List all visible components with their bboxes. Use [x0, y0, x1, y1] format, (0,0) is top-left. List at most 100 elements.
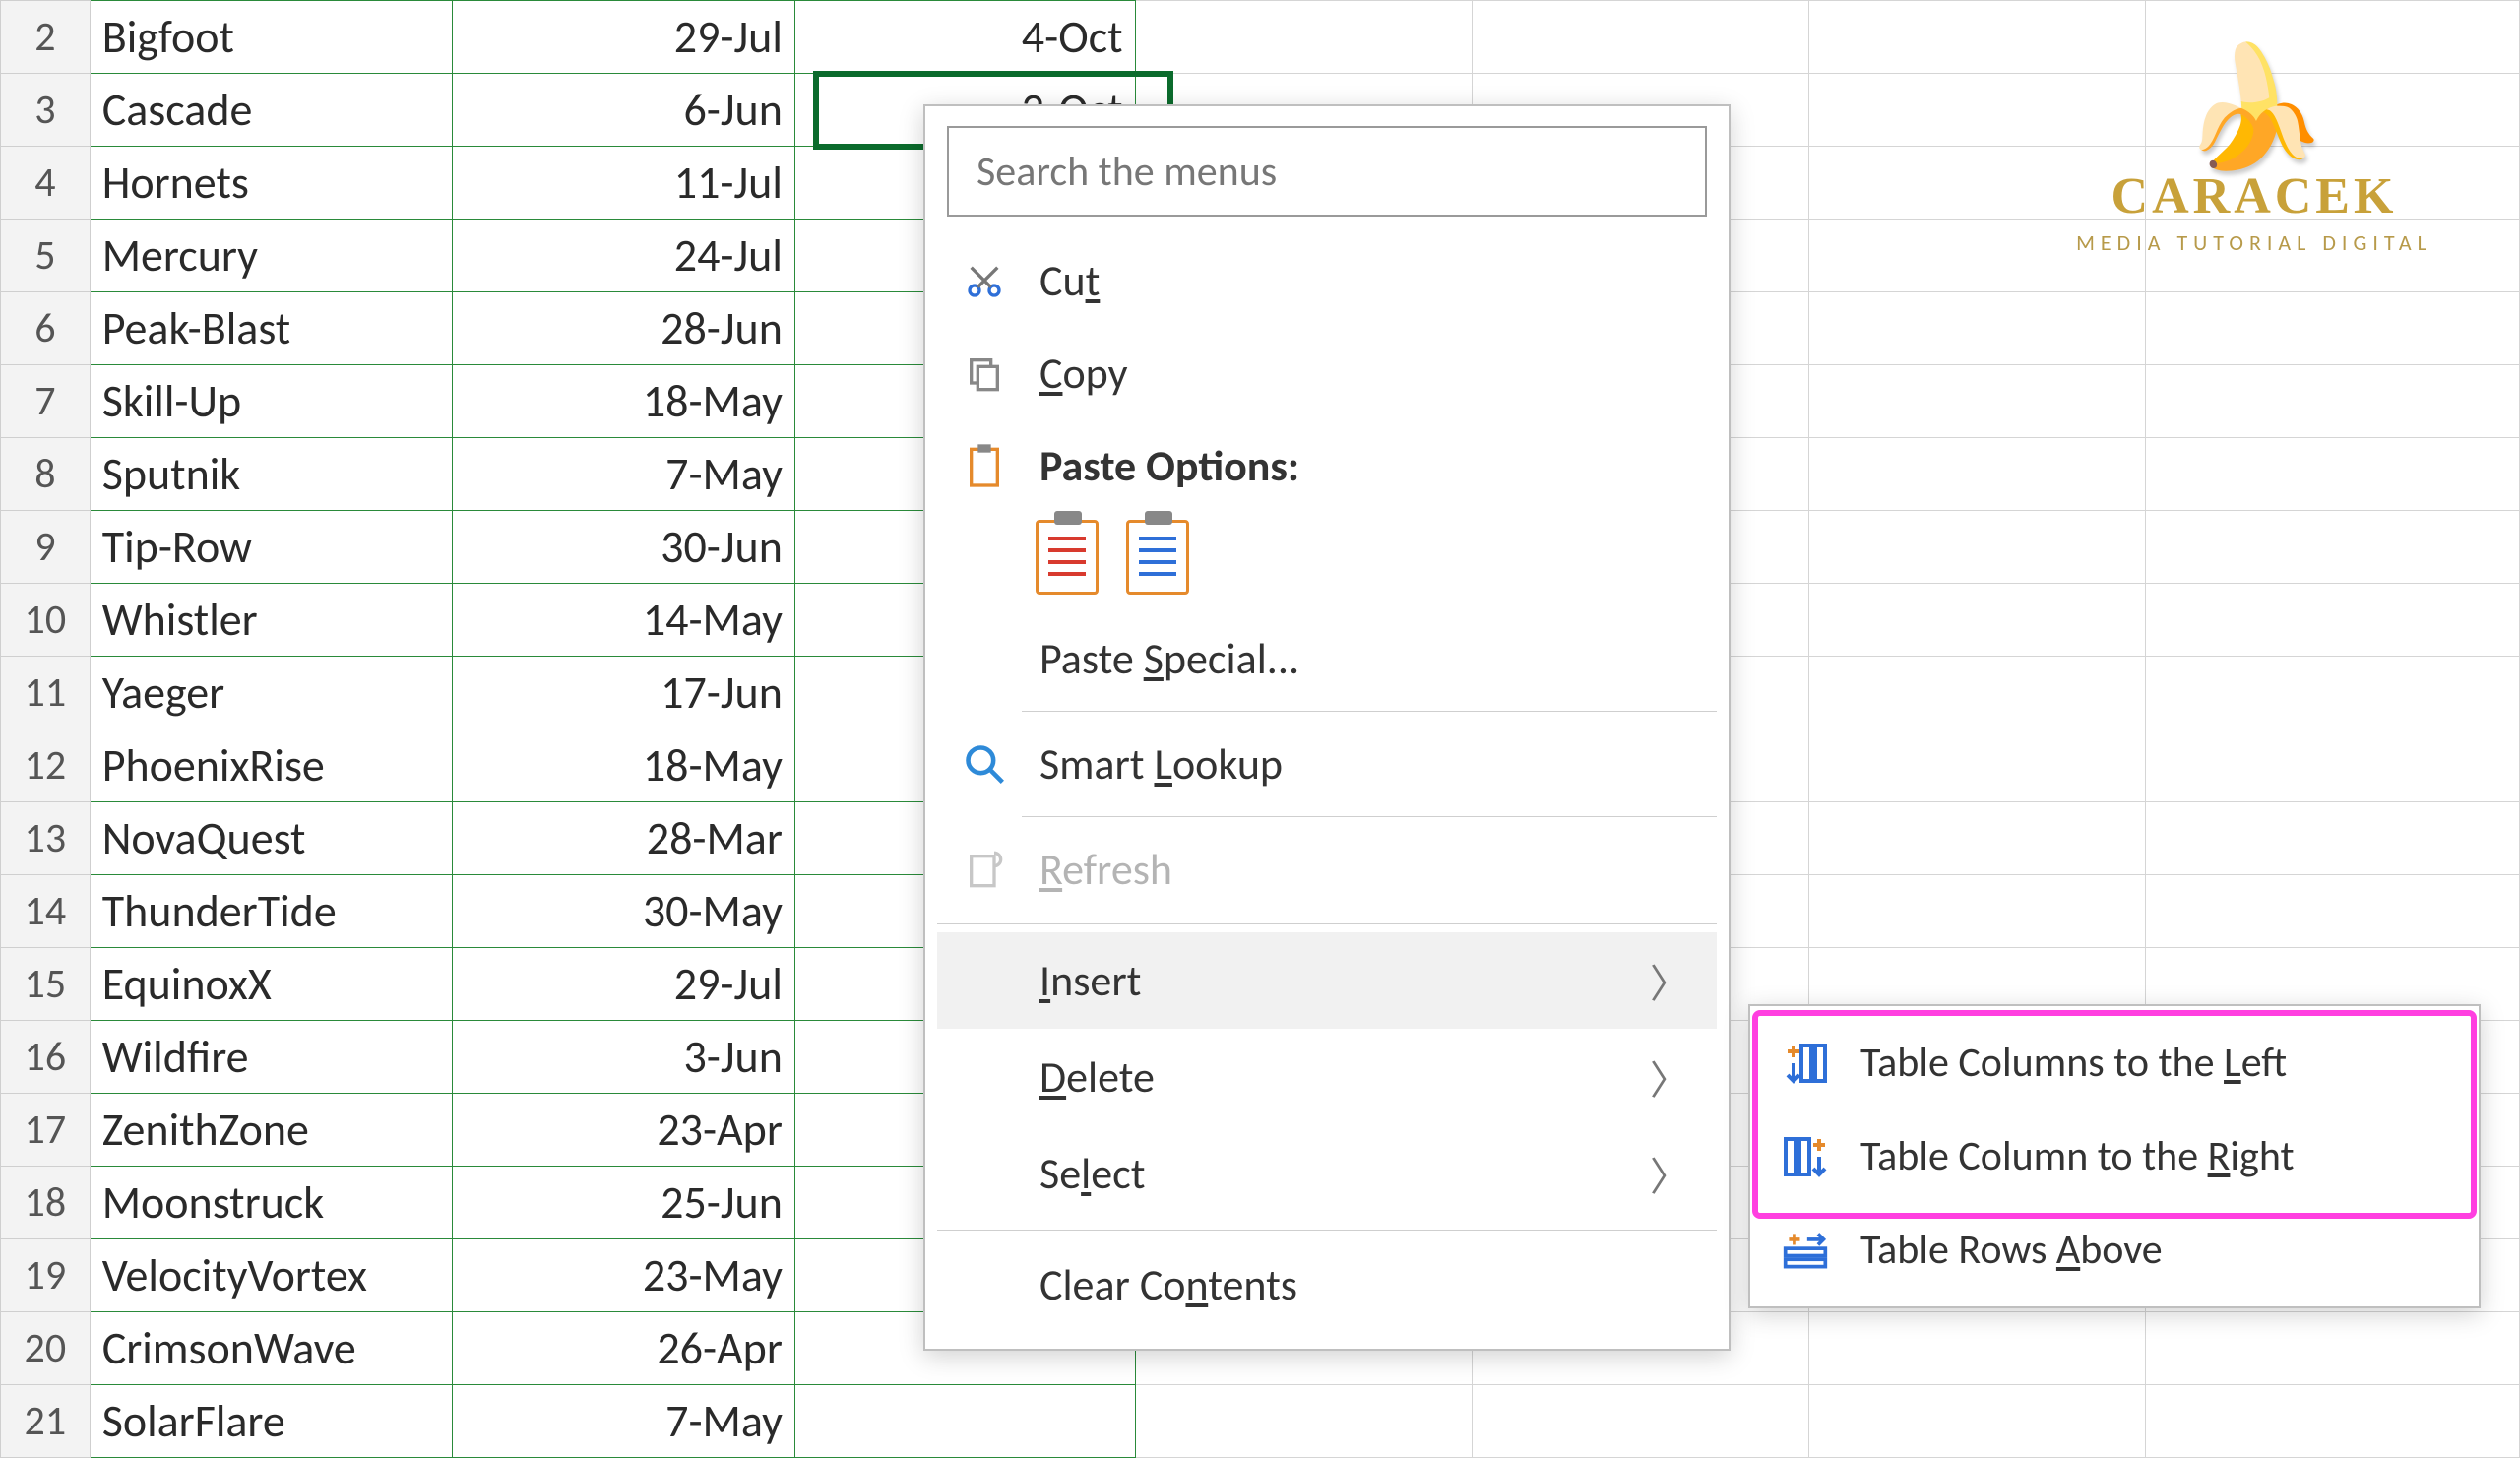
row-number[interactable]: 9: [1, 511, 91, 584]
cell-name[interactable]: Moonstruck: [90, 1167, 452, 1239]
row-number[interactable]: 17: [1, 1094, 91, 1167]
cell-date1[interactable]: 6-Jun: [452, 74, 794, 147]
cell-blank[interactable]: [2145, 729, 2519, 802]
cell-name[interactable]: ThunderTide: [90, 875, 452, 948]
row-number[interactable]: 8: [1, 438, 91, 511]
insert-item[interactable]: Insert 〉: [937, 932, 1717, 1029]
cell-blank[interactable]: [2145, 584, 2519, 657]
row-number[interactable]: 3: [1, 74, 91, 147]
cell-name[interactable]: Yaeger: [90, 657, 452, 729]
cell-blank[interactable]: [1808, 147, 2145, 220]
cell-blank[interactable]: [1808, 657, 2145, 729]
cell-name[interactable]: Skill-Up: [90, 365, 452, 438]
cell-blank[interactable]: [2145, 292, 2519, 365]
cell-blank[interactable]: [2145, 74, 2519, 147]
cell-blank[interactable]: [2145, 511, 2519, 584]
cell-date1[interactable]: 30-Jun: [452, 511, 794, 584]
cell-date1[interactable]: 28-Mar: [452, 802, 794, 875]
cell-name[interactable]: Cascade: [90, 74, 452, 147]
cell-name[interactable]: PhoenixRise: [90, 729, 452, 802]
delete-item[interactable]: Delete 〉: [937, 1029, 1717, 1125]
row-number[interactable]: 4: [1, 147, 91, 220]
row-number[interactable]: 5: [1, 220, 91, 292]
paste-icon[interactable]: [1036, 520, 1099, 595]
row-number[interactable]: 2: [1, 1, 91, 74]
cell-name[interactable]: Peak-Blast: [90, 292, 452, 365]
cell-date1[interactable]: 29-Jul: [452, 1, 794, 74]
row-number[interactable]: 14: [1, 875, 91, 948]
cell-date1[interactable]: 3-Jun: [452, 1021, 794, 1094]
row-number[interactable]: 15: [1, 948, 91, 1021]
cell-date1[interactable]: 11-Jul: [452, 147, 794, 220]
cell-date1[interactable]: 25-Jun: [452, 1167, 794, 1239]
row-number[interactable]: 13: [1, 802, 91, 875]
cell-date1[interactable]: 24-Jul: [452, 220, 794, 292]
cut-item[interactable]: Cut: [937, 234, 1717, 327]
cell-date1[interactable]: 23-Apr: [452, 1094, 794, 1167]
select-item[interactable]: Select 〉: [937, 1125, 1717, 1222]
cell-blank[interactable]: [2145, 220, 2519, 292]
cell-blank[interactable]: [1808, 802, 2145, 875]
cell-name[interactable]: Tip-Row: [90, 511, 452, 584]
cell-date1[interactable]: 29-Jul: [452, 948, 794, 1021]
cell-blank[interactable]: [2145, 1312, 2519, 1385]
cell-blank[interactable]: [2145, 438, 2519, 511]
cell-blank[interactable]: [1135, 1385, 1472, 1458]
cell-date1[interactable]: 26-Apr: [452, 1312, 794, 1385]
row-number[interactable]: 18: [1, 1167, 91, 1239]
cell-blank[interactable]: [1808, 220, 2145, 292]
cell-blank[interactable]: [2145, 875, 2519, 948]
table-column-right-item[interactable]: Table Column to the Right: [1750, 1109, 2479, 1203]
smart-lookup-item[interactable]: Smart Lookup: [937, 718, 1717, 810]
cell-name[interactable]: CrimsonWave: [90, 1312, 452, 1385]
row-number[interactable]: 16: [1, 1021, 91, 1094]
cell-name[interactable]: VelocityVortex: [90, 1239, 452, 1312]
row-number[interactable]: 20: [1, 1312, 91, 1385]
cell-date1[interactable]: 28-Jun: [452, 292, 794, 365]
cell-blank[interactable]: [1808, 1, 2145, 74]
cell-blank[interactable]: [2145, 802, 2519, 875]
clear-contents-item[interactable]: Clear Contents: [937, 1238, 1717, 1331]
cell-name[interactable]: ZenithZone: [90, 1094, 452, 1167]
cell-date2[interactable]: [794, 1385, 1135, 1458]
cell-blank[interactable]: [2145, 147, 2519, 220]
cell-blank[interactable]: [2145, 657, 2519, 729]
cell-blank[interactable]: [1808, 1385, 2145, 1458]
cell-blank[interactable]: [1808, 292, 2145, 365]
cell-date1[interactable]: 30-May: [452, 875, 794, 948]
table-columns-left-item[interactable]: Table Columns to the Left: [1750, 1016, 2479, 1109]
row-number[interactable]: 19: [1, 1239, 91, 1312]
cell-name[interactable]: NovaQuest: [90, 802, 452, 875]
cell-blank[interactable]: [1808, 438, 2145, 511]
cell-blank[interactable]: [1808, 584, 2145, 657]
cell-name[interactable]: Whistler: [90, 584, 452, 657]
cell-date1[interactable]: 18-May: [452, 365, 794, 438]
cell-blank[interactable]: [1808, 875, 2145, 948]
cell-name[interactable]: Bigfoot: [90, 1, 452, 74]
cell-name[interactable]: Sputnik: [90, 438, 452, 511]
cell-date1[interactable]: 14-May: [452, 584, 794, 657]
row-number[interactable]: 12: [1, 729, 91, 802]
cell-blank[interactable]: [1808, 365, 2145, 438]
cell-blank[interactable]: [1472, 1, 1808, 74]
cell-name[interactable]: Wildfire: [90, 1021, 452, 1094]
cell-blank[interactable]: [1808, 729, 2145, 802]
menu-search-input[interactable]: Search the menus: [947, 126, 1707, 217]
row-number[interactable]: 11: [1, 657, 91, 729]
cell-name[interactable]: SolarFlare: [90, 1385, 452, 1458]
cell-blank[interactable]: [1808, 1312, 2145, 1385]
row-number[interactable]: 6: [1, 292, 91, 365]
cell-blank[interactable]: [1808, 511, 2145, 584]
cell-blank[interactable]: [1808, 74, 2145, 147]
cell-name[interactable]: EquinoxX: [90, 948, 452, 1021]
cell-name[interactable]: Mercury: [90, 220, 452, 292]
cell-date1[interactable]: 7-May: [452, 1385, 794, 1458]
cell-blank[interactable]: [2145, 1, 2519, 74]
table-rows-above-item[interactable]: Table Rows Above: [1750, 1203, 2479, 1297]
cell-date1[interactable]: 18-May: [452, 729, 794, 802]
paste-values-icon[interactable]: [1126, 520, 1189, 595]
cell-date1[interactable]: 23-May: [452, 1239, 794, 1312]
cell-blank[interactable]: [1472, 1385, 1808, 1458]
cell-date2[interactable]: 4-Oct: [794, 1, 1135, 74]
row-number[interactable]: 7: [1, 365, 91, 438]
